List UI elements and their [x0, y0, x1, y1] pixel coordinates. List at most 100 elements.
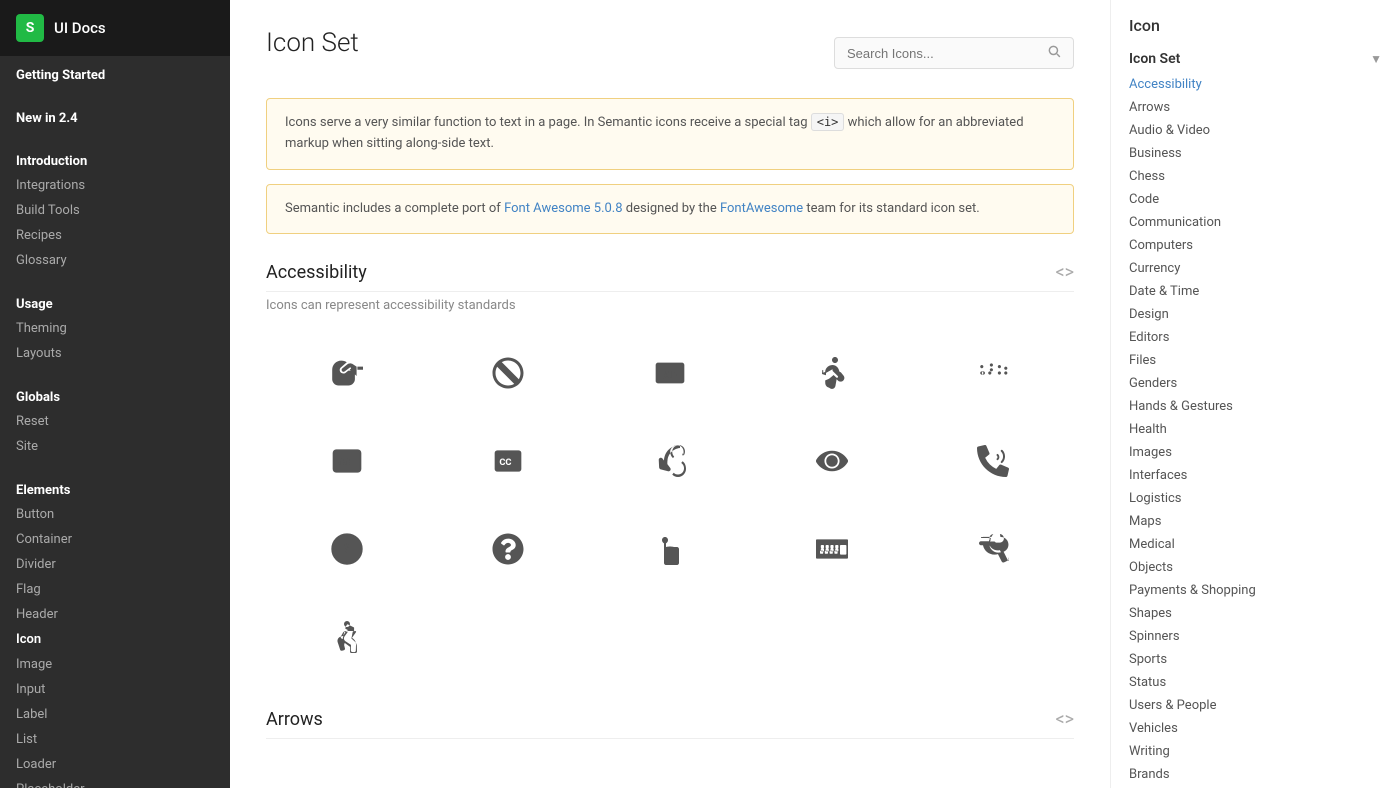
sidebar-item-loader[interactable]: Loader: [0, 752, 230, 777]
right-sidebar-item-communication[interactable]: Communication: [1111, 211, 1400, 234]
right-sidebar-item-arrows[interactable]: Arrows: [1111, 96, 1400, 119]
right-sidebar-item-objects[interactable]: Objects: [1111, 556, 1400, 579]
right-sidebar-item-sports[interactable]: Sports: [1111, 648, 1400, 671]
right-sidebar-item-status[interactable]: Status: [1111, 671, 1400, 694]
right-sidebar-item-vehicles[interactable]: Vehicles: [1111, 717, 1400, 740]
right-sidebar-item-design[interactable]: Design: [1111, 303, 1400, 326]
arrows-section-header: Arrows <>: [266, 709, 1074, 739]
app-title: UI Docs: [54, 19, 106, 37]
icon-question-circle-outline[interactable]: ?: [266, 505, 428, 593]
right-sidebar-item-users-people[interactable]: Users & People: [1111, 694, 1400, 717]
right-sidebar-item-computers[interactable]: Computers: [1111, 234, 1400, 257]
sidebar-item-divider[interactable]: Divider: [0, 552, 230, 577]
main-content: Icon Set Icons serve a very similar func…: [230, 0, 1110, 788]
sidebar-item-header[interactable]: Header: [0, 602, 230, 627]
sidebar-header: S UI Docs: [0, 0, 230, 56]
code-tag: <i>: [811, 113, 845, 131]
sidebar-section-globals[interactable]: Globals: [0, 378, 230, 409]
arrows-title: Arrows: [266, 709, 323, 730]
right-sidebar-item-genders[interactable]: Genders: [1111, 372, 1400, 395]
icon-closed-captioning-outline[interactable]: CC: [266, 417, 428, 505]
sidebar-item-placeholder[interactable]: Placeholder: [0, 777, 230, 788]
app-logo: S: [16, 14, 44, 42]
icon-low-vision[interactable]: [751, 417, 913, 505]
right-sidebar: Icon Icon Set ▼ Accessibility Arrows Aud…: [1110, 0, 1400, 788]
sidebar-section-elements[interactable]: Elements: [0, 471, 230, 502]
sidebar-item-icon[interactable]: Icon: [0, 627, 230, 652]
sidebar-item-integrations[interactable]: Integrations: [0, 173, 230, 198]
icon-sign-language[interactable]: [266, 329, 428, 417]
right-sidebar-item-hands-gestures[interactable]: Hands & Gestures: [1111, 395, 1400, 418]
code-toggle-accessibility[interactable]: <>: [1055, 262, 1074, 283]
sidebar-item-container[interactable]: Container: [0, 527, 230, 552]
right-sidebar-item-maps[interactable]: Maps: [1111, 510, 1400, 533]
icon-hand-point-up[interactable]: [589, 505, 751, 593]
sidebar-item-glossary[interactable]: Glossary: [0, 248, 230, 273]
sidebar-item-reset[interactable]: Reset: [0, 409, 230, 434]
svg-text:AD: AD: [663, 369, 677, 382]
info-box-1: Icons serve a very similar function to t…: [266, 98, 1074, 170]
right-sidebar-item-business[interactable]: Business: [1111, 142, 1400, 165]
sidebar-item-image[interactable]: Image: [0, 652, 230, 677]
right-sidebar-section-iconset[interactable]: Icon Set ▼: [1111, 45, 1400, 73]
search-icon: [1047, 44, 1061, 62]
chevron-down-icon: ▼: [1370, 52, 1382, 66]
sidebar-item-build-tools[interactable]: Build Tools: [0, 198, 230, 223]
right-sidebar-item-chess[interactable]: Chess: [1111, 165, 1400, 188]
icon-closed-captioning[interactable]: CC: [428, 417, 590, 505]
right-sidebar-item-date-time[interactable]: Date & Time: [1111, 280, 1400, 303]
icon-question-circle[interactable]: [428, 505, 590, 593]
sidebar-item-theming[interactable]: Theming: [0, 316, 230, 341]
sidebar-item-button[interactable]: Button: [0, 502, 230, 527]
info-box-2: Semantic includes a complete port of Fon…: [266, 184, 1074, 235]
code-toggle-arrows[interactable]: <>: [1055, 709, 1074, 730]
icon-tty[interactable]: [751, 505, 913, 593]
sidebar-section-usage[interactable]: Usage: [0, 285, 230, 316]
icon-assistive-listening[interactable]: [428, 329, 590, 417]
right-sidebar-item-code[interactable]: Code: [1111, 188, 1400, 211]
sidebar-item-recipes[interactable]: Recipes: [0, 223, 230, 248]
right-sidebar-item-brands[interactable]: Brands: [1111, 763, 1400, 786]
icon-wheelchair-alt[interactable]: [266, 593, 428, 681]
sidebar-item-label[interactable]: Label: [0, 702, 230, 727]
icon-blind[interactable]: [751, 329, 913, 417]
sidebar-section-introduction[interactable]: Introduction: [0, 142, 230, 173]
sidebar-item-input[interactable]: Input: [0, 677, 230, 702]
right-sidebar-item-health[interactable]: Health: [1111, 418, 1400, 441]
right-sidebar-item-interfaces[interactable]: Interfaces: [1111, 464, 1400, 487]
right-sidebar-section-label: Icon Set: [1129, 51, 1180, 67]
sidebar-section-getting-started[interactable]: Getting Started: [0, 56, 230, 87]
font-awesome-link-1[interactable]: Font Awesome 5.0.8: [504, 201, 622, 216]
right-sidebar-item-audio-video[interactable]: Audio & Video: [1111, 119, 1400, 142]
header-row: Icon Set: [266, 28, 1074, 78]
svg-text:CC: CC: [338, 457, 350, 468]
sidebar-item-site[interactable]: Site: [0, 434, 230, 459]
right-sidebar-item-accessibility[interactable]: Accessibility: [1111, 73, 1400, 96]
right-sidebar-item-logistics[interactable]: Logistics: [1111, 487, 1400, 510]
right-sidebar-item-images[interactable]: Images: [1111, 441, 1400, 464]
svg-text:?: ?: [343, 541, 349, 556]
search-input[interactable]: [847, 46, 1039, 61]
accessibility-subtitle: Icons can represent accessibility standa…: [266, 298, 1074, 313]
right-sidebar-item-spinners[interactable]: Spinners: [1111, 625, 1400, 648]
right-sidebar-item-currency[interactable]: Currency: [1111, 257, 1400, 280]
sidebar-section-new[interactable]: New in 2.4: [0, 99, 230, 130]
icon-phone-volume[interactable]: [912, 417, 1074, 505]
sidebar-item-layouts[interactable]: Layouts: [0, 341, 230, 366]
sidebar-item-flag[interactable]: Flag: [0, 577, 230, 602]
right-sidebar-item-writing[interactable]: Writing: [1111, 740, 1400, 763]
sidebar-item-list[interactable]: List: [0, 727, 230, 752]
icon-wheelchair[interactable]: [912, 505, 1074, 593]
right-sidebar-item-payments-shopping[interactable]: Payments & Shopping: [1111, 579, 1400, 602]
font-awesome-link-2[interactable]: FontAwesome: [720, 201, 803, 216]
left-sidebar: S UI Docs Getting Started New in 2.4 Int…: [0, 0, 230, 788]
right-sidebar-item-medical[interactable]: Medical: [1111, 533, 1400, 556]
icon-braille[interactable]: [912, 329, 1074, 417]
icon-ad[interactable]: AD: [589, 329, 751, 417]
right-sidebar-item-files[interactable]: Files: [1111, 349, 1400, 372]
right-sidebar-item-shapes[interactable]: Shapes: [1111, 602, 1400, 625]
accessibility-title: Accessibility: [266, 262, 367, 283]
search-box[interactable]: [834, 37, 1074, 69]
icon-deaf[interactable]: [589, 417, 751, 505]
right-sidebar-item-editors[interactable]: Editors: [1111, 326, 1400, 349]
